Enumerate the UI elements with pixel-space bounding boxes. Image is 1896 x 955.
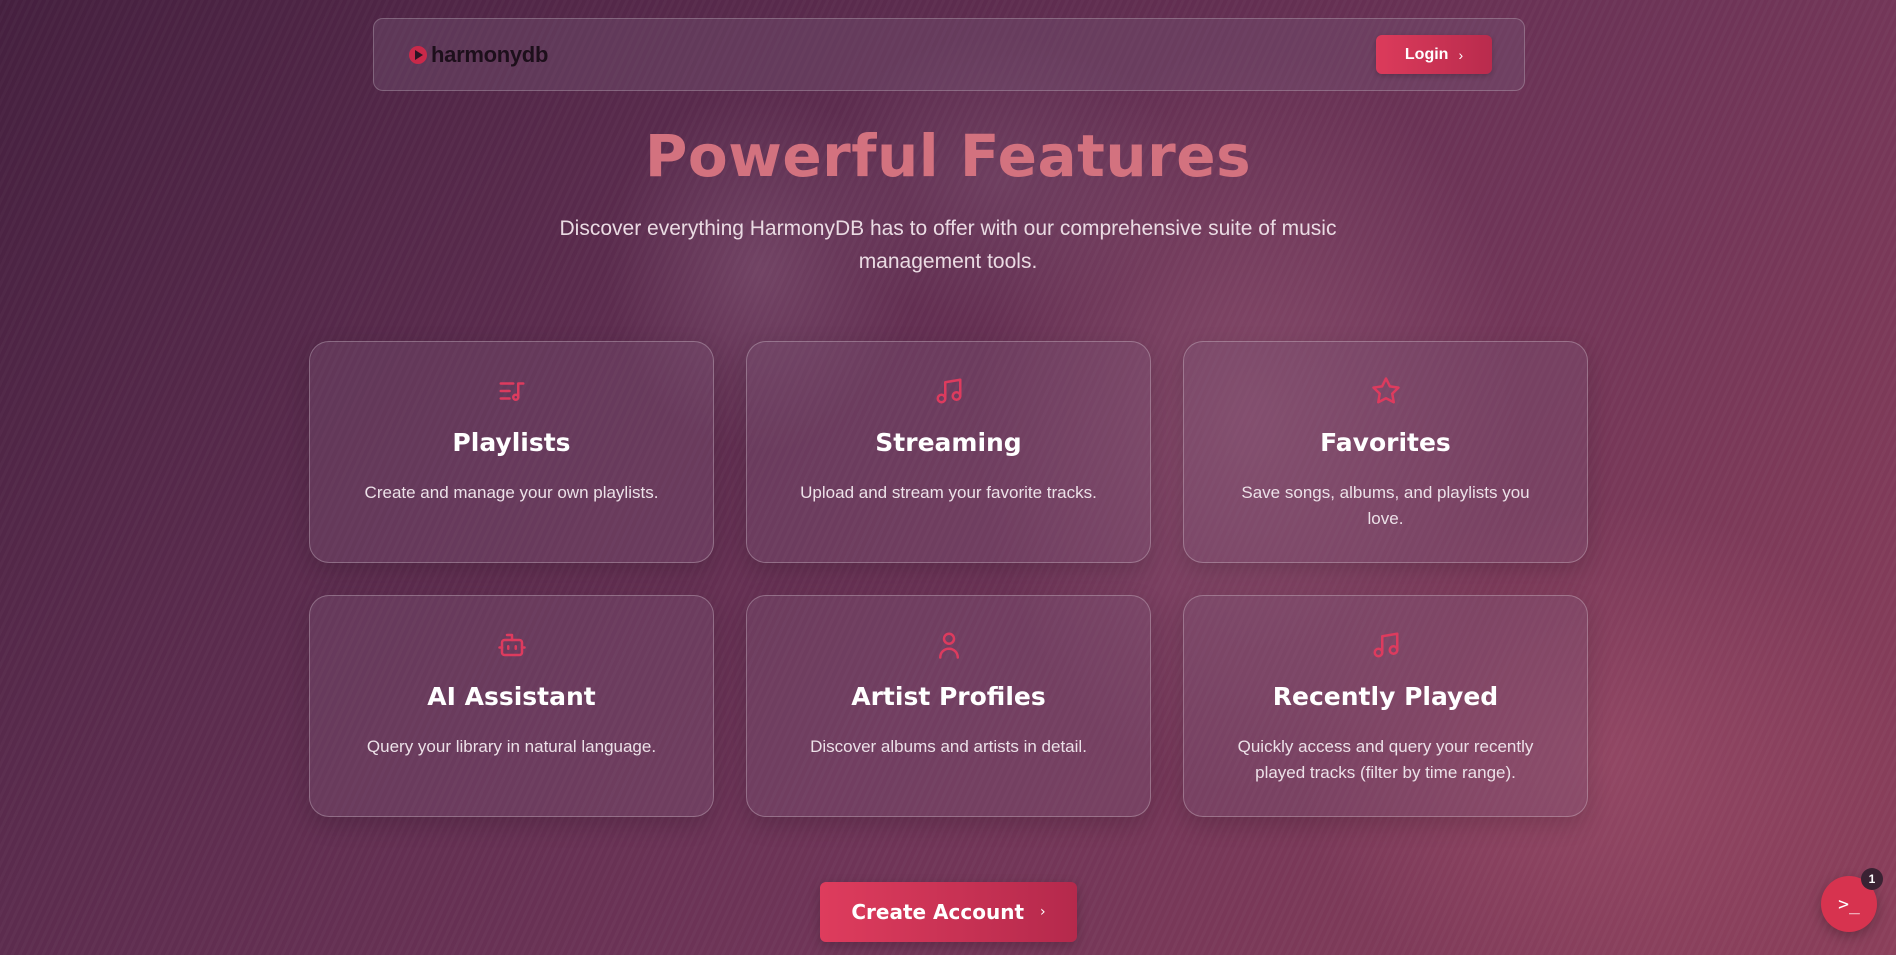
star-icon bbox=[1184, 376, 1587, 406]
robot-icon bbox=[310, 630, 713, 660]
feature-title: Playlists bbox=[452, 428, 571, 457]
feature-description: Create and manage your own playlists. bbox=[364, 483, 659, 502]
chevron-right-icon: › bbox=[1458, 46, 1464, 63]
create-account-button[interactable]: Create Account › bbox=[820, 882, 1077, 942]
feature-description: Discover albums and artists in detail. bbox=[810, 737, 1087, 756]
feature-card-recently-played[interactable]: Recently Played Quickly access and query… bbox=[1183, 595, 1588, 817]
feature-title: Streaming bbox=[875, 428, 1022, 457]
notification-badge: 1 bbox=[1861, 868, 1883, 890]
music-note-icon bbox=[747, 376, 1150, 406]
login-button[interactable]: Login › bbox=[1376, 35, 1492, 74]
brand-logo[interactable]: harmonydb bbox=[409, 42, 548, 68]
playlist-icon bbox=[310, 376, 713, 406]
login-label: Login bbox=[1404, 45, 1449, 63]
user-icon bbox=[747, 630, 1150, 660]
navbar: harmonydb Login › bbox=[373, 18, 1525, 91]
feature-card-streaming[interactable]: Streaming Upload and stream your favorit… bbox=[746, 341, 1151, 563]
brand-name: harmonydb bbox=[431, 41, 549, 67]
feature-title: AI Assistant bbox=[427, 682, 596, 711]
feature-card-ai-assistant[interactable]: AI Assistant Query your library in natur… bbox=[309, 595, 714, 817]
feature-description: Query your library in natural language. bbox=[366, 737, 657, 756]
feature-description: Quickly access and query your recently p… bbox=[1237, 737, 1534, 782]
feature-description: Save songs, albums, and playlists you lo… bbox=[1241, 483, 1530, 528]
feature-card-artist-profiles[interactable]: Artist Profiles Discover albums and arti… bbox=[746, 595, 1151, 817]
chevron-right-icon: › bbox=[1040, 904, 1046, 920]
music-note-icon bbox=[1184, 630, 1587, 660]
feature-title: Artist Profiles bbox=[851, 682, 1046, 711]
feature-description: Upload and stream your favorite tracks. bbox=[800, 483, 1097, 502]
feature-title: Favorites bbox=[1320, 428, 1451, 457]
page-subtitle: Discover everything HarmonyDB has to off… bbox=[559, 217, 1337, 273]
play-circle-icon bbox=[409, 45, 427, 64]
page-title: Powerful Features bbox=[644, 122, 1252, 190]
feature-card-playlists[interactable]: Playlists Create and manage your own pla… bbox=[309, 341, 714, 563]
create-account-label: Create Account bbox=[851, 900, 1025, 924]
feature-card-favorites[interactable]: Favorites Save songs, albums, and playli… bbox=[1183, 341, 1588, 563]
terminal-icon: >_ bbox=[1838, 893, 1860, 915]
feature-title: Recently Played bbox=[1272, 682, 1499, 711]
